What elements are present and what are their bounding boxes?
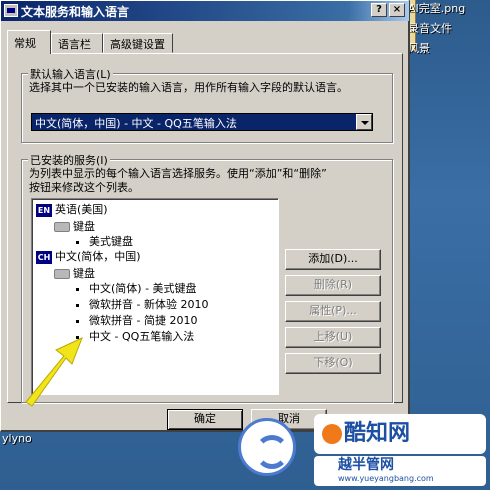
- default-language-select[interactable]: 中文(简体，中国) - 中文 - QQ五笔输入法: [31, 113, 373, 131]
- bullet-icon: [76, 303, 79, 307]
- tree-item-label: 微软拼音 - 新体验 2010: [89, 298, 209, 311]
- watermark: 酷知网 越半管网 www.yueyangbang.com: [228, 412, 490, 490]
- tree-item-label: 英语(美国): [55, 203, 108, 216]
- desktop-item-scenery[interactable]: 风景: [408, 40, 430, 56]
- bullet-icon: [76, 287, 79, 291]
- tree-category-keyboard[interactable]: 键盘: [54, 220, 95, 234]
- window-title: 文本服务和输入语言: [21, 5, 130, 19]
- tree-item-label: 美式键盘: [89, 235, 133, 248]
- installed-services-description-line2: 按钮来修改这个列表。: [29, 181, 139, 194]
- annotation-arrow-icon: [25, 337, 83, 407]
- help-button[interactable]: ?: [371, 3, 387, 17]
- tree-item-label: 中文(简体) - 美式键盘: [89, 282, 197, 295]
- tab-language-bar[interactable]: 语言栏: [51, 33, 103, 53]
- tree-item-label: 中文 - QQ五笔输入法: [89, 330, 195, 343]
- installed-services-legend: 已安装的服务(I): [28, 152, 110, 168]
- keyboard-icon: [54, 269, 70, 279]
- tree-item-label: 中文(简体，中国): [55, 250, 141, 263]
- language-badge-icon: EN: [36, 203, 52, 217]
- tree-language-en[interactable]: EN 英语(美国): [36, 203, 108, 217]
- close-button[interactable]: ×: [389, 3, 405, 17]
- tree-item-label: 键盘: [73, 267, 95, 280]
- tab-advanced-key-settings[interactable]: 高级键设置: [103, 33, 173, 53]
- chevron-down-icon[interactable]: [356, 114, 372, 130]
- keyboard-icon: [54, 222, 70, 232]
- installed-services-description-line1: 为列表中显示的每个输入语言选择服务。使用“添加”和“删除”: [29, 167, 327, 180]
- tree-service-item[interactable]: 美式键盘: [76, 235, 133, 249]
- language-badge-icon: CH: [36, 250, 52, 264]
- tree-item-label: 微软拼音 - 简捷 2010: [89, 314, 198, 327]
- tree-service-item[interactable]: 中文(简体) - 美式键盘: [76, 282, 197, 296]
- watermark-logo-icon: [238, 418, 296, 476]
- tab-general[interactable]: 常规: [7, 30, 51, 54]
- remove-button[interactable]: 删除(R): [285, 275, 381, 296]
- move-up-button[interactable]: 上移(U): [285, 327, 381, 348]
- bullet-icon: [76, 240, 79, 244]
- tree-category-keyboard[interactable]: 键盘: [54, 267, 95, 281]
- bullet-icon: [76, 319, 79, 323]
- title-bar[interactable]: 文本服务和输入语言 ? ×: [1, 1, 409, 21]
- tree-service-item[interactable]: 微软拼音 - 新体验 2010: [76, 298, 208, 312]
- default-language-description: 选择其中一个已安装的输入语言，用作所有输入字段的默认语言。: [29, 81, 348, 94]
- move-down-button[interactable]: 下移(O): [285, 353, 381, 374]
- watermark-dot-icon: [322, 424, 342, 444]
- tree-service-item[interactable]: 微软拼音 - 简捷 2010: [76, 314, 197, 328]
- desktop-item-ylyno[interactable]: ylyno: [2, 432, 32, 445]
- tree-item-label: 键盘: [73, 220, 95, 233]
- desktop-item-image[interactable]: AI完室.png: [408, 0, 465, 16]
- default-language-selected: 中文(简体，中国) - 中文 - QQ五笔输入法: [35, 117, 237, 130]
- properties-button[interactable]: 属性(P)...: [285, 301, 381, 322]
- default-language-legend: 默认输入语言(L): [28, 66, 113, 82]
- window-icon: [4, 4, 18, 17]
- add-button[interactable]: 添加(D)...: [285, 249, 381, 270]
- tree-language-ch[interactable]: CH 中文(简体，中国): [36, 250, 141, 264]
- watermark-url: www.yueyangbang.com: [338, 474, 434, 483]
